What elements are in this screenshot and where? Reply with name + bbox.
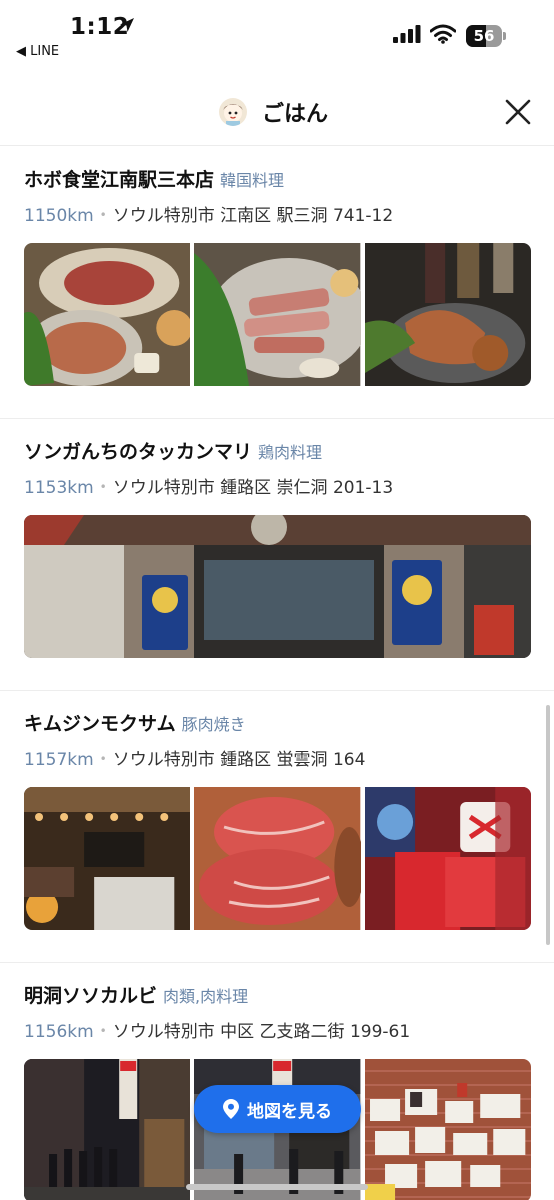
photo-night-street-queue[interactable]	[24, 1059, 191, 1200]
restaurant-distance: 1156km	[24, 1022, 94, 1042]
photo-raw-pork-neck[interactable]	[194, 787, 361, 930]
wifi-icon	[430, 24, 456, 44]
restaurant-card[interactable]: ホボ食堂江南駅三本店 韓国料理 1150km • ソウル特別市 江南区 駅三洞 741…	[0, 147, 554, 419]
restaurant-card[interactable]: キムジンモクサム 豚肉焼き 1157km • ソウル特別市 鍾路区 蛍雲洞 164	[0, 691, 554, 963]
restaurant-distance: 1150km	[24, 206, 94, 226]
restaurant-category: 豚肉焼き	[181, 715, 246, 734]
status-bar: 1:12 ◀ LINE 56	[0, 0, 554, 70]
restaurant-distance: 1153km	[24, 478, 94, 498]
restaurant-address: ソウル特別市 鍾路区 蛍雲洞 164	[112, 750, 366, 770]
scrollbar[interactable]	[546, 705, 550, 945]
photo-grilled-meat-with-wine[interactable]	[364, 243, 531, 386]
photo-grilled-meat-platter[interactable]	[24, 243, 191, 386]
view-map-button[interactable]: 地図を見る	[194, 1085, 361, 1133]
battery-percent: 56	[473, 27, 495, 45]
restaurant-name[interactable]: ソンガんちのタッカンマリ	[24, 441, 252, 463]
photo-award-plaques[interactable]	[364, 787, 531, 930]
sheet-title: ごはん	[262, 102, 329, 127]
cellular-signal-icon	[393, 25, 421, 43]
view-map-label: 地図を見る	[247, 1101, 332, 1122]
restaurant-list: ホボ食堂江南駅三本店 韓国料理 1150km • ソウル特別市 江南区 駅三洞 741…	[0, 147, 554, 1200]
restaurant-address: ソウル特別市 江南区 駅三洞 741-12	[112, 206, 394, 226]
back-to-line-link[interactable]: ◀ LINE	[16, 44, 59, 59]
photo-restaurant-entrance[interactable]	[24, 787, 191, 930]
restaurant-category: 肉類,肉料理	[163, 987, 249, 1006]
restaurant-name[interactable]: 明洞ソソカルビ	[24, 985, 157, 1007]
photo-pork-belly-with-greens[interactable]	[194, 243, 361, 386]
restaurant-name[interactable]: キムジンモクサム	[24, 713, 176, 735]
restaurant-address: ソウル特別市 鍾路区 崇仁洞 201-13	[112, 478, 394, 498]
character-avatar	[219, 98, 247, 126]
home-indicator	[186, 1184, 368, 1190]
sheet-header: ごはん	[0, 80, 554, 146]
photo-strip	[24, 243, 531, 386]
battery-indicator: 56	[466, 25, 506, 47]
photo-strip	[24, 515, 531, 658]
restaurant-name[interactable]: ホボ食堂江南駅三本店	[24, 169, 214, 191]
photo-signed-papers-wall[interactable]	[364, 1059, 531, 1200]
restaurant-card[interactable]: ソンガんちのタッカンマリ 鶏肉料理 1153km • ソウル特別市 鍾路区 崇仁洞 2…	[0, 419, 554, 691]
restaurant-category: 鶏肉料理	[258, 443, 323, 462]
restaurant-card[interactable]: 明洞ソソカルビ 肉類,肉料理 1156km • ソウル特別市 中区 乙支路二街 199…	[0, 963, 554, 1200]
photo-strip	[24, 787, 531, 930]
photo-restaurant-storefront[interactable]	[24, 515, 531, 658]
map-pin-icon	[223, 1099, 239, 1119]
close-icon[interactable]	[500, 94, 536, 130]
location-arrow-icon	[120, 18, 134, 32]
restaurant-distance: 1157km	[24, 750, 94, 770]
restaurant-category: 韓国料理	[220, 171, 285, 190]
restaurant-address: ソウル特別市 中区 乙支路二街 199-61	[112, 1022, 411, 1042]
